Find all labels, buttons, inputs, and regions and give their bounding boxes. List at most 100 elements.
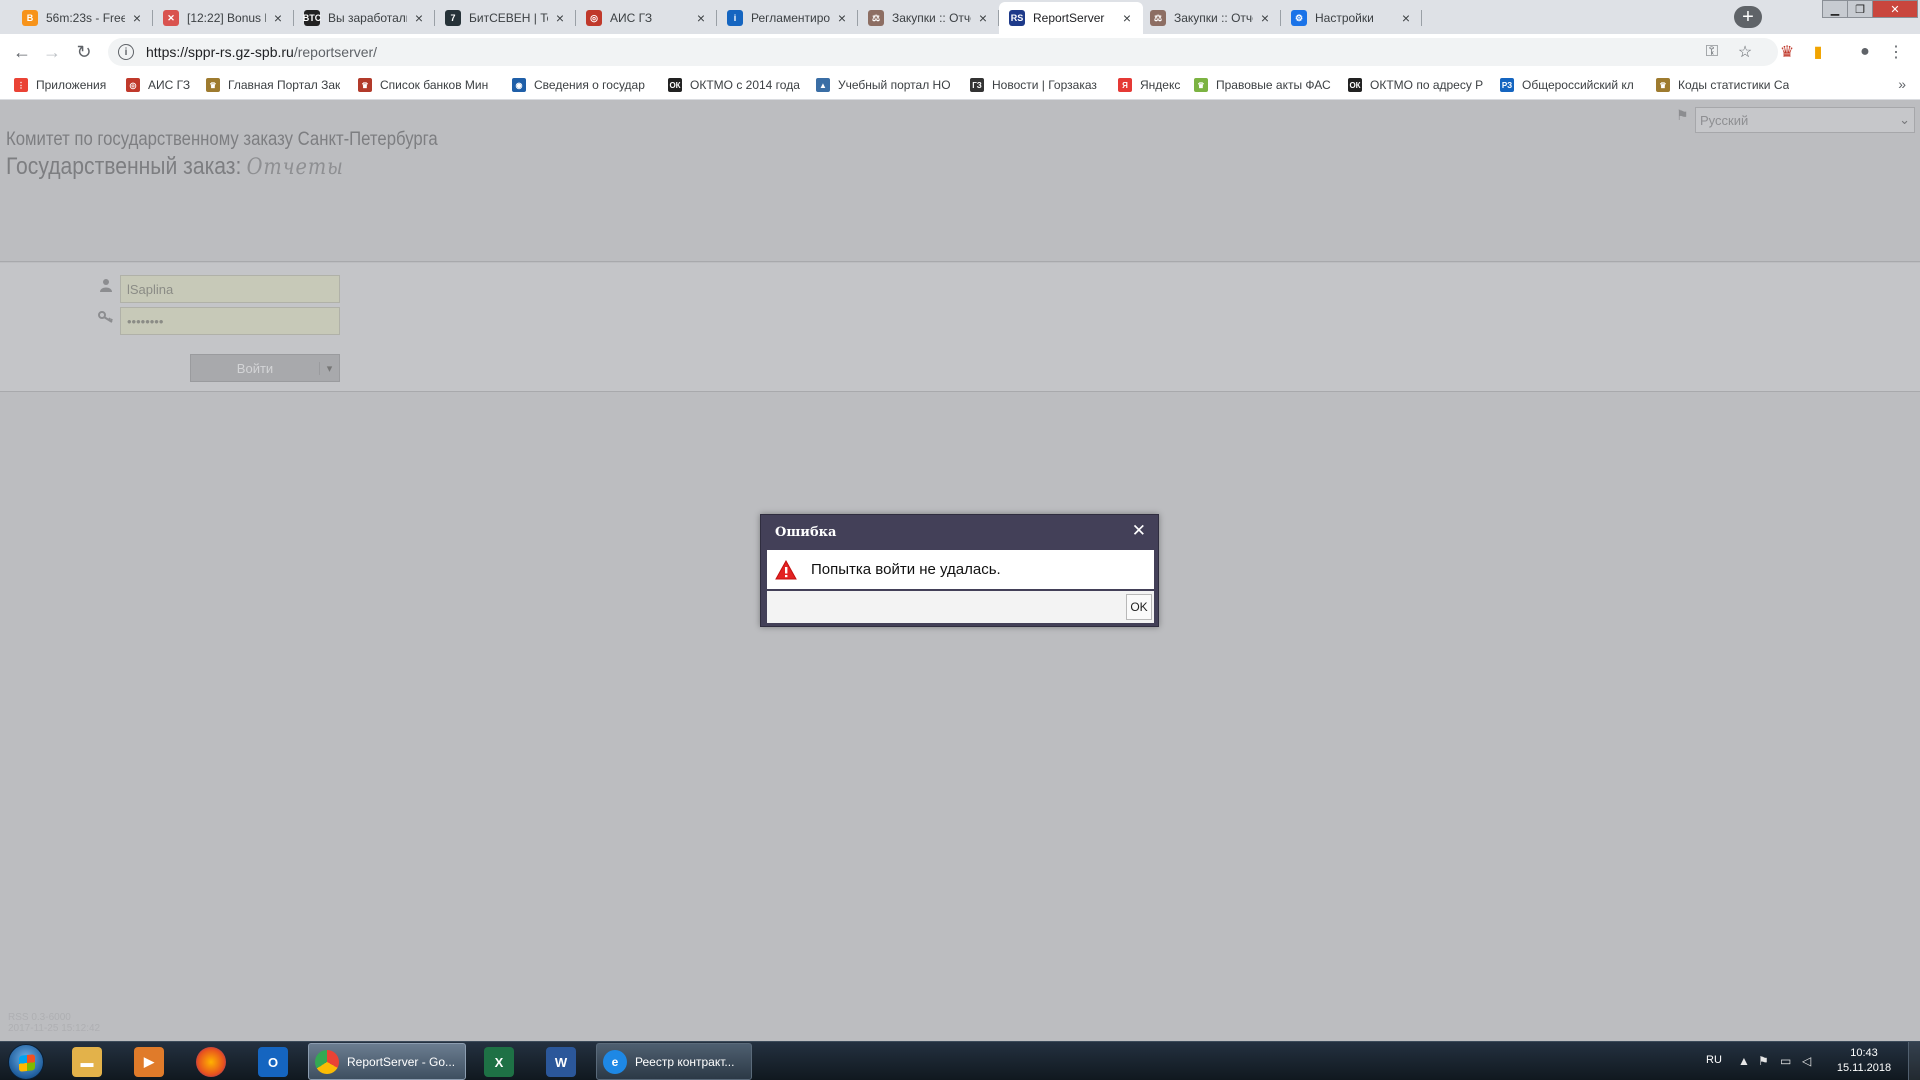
clock[interactable]: 10:43 15.11.2018 bbox=[1834, 1046, 1894, 1076]
bookmark-item[interactable]: РЗ Общероссийский кл bbox=[1500, 77, 1634, 93]
bookmark-label: Общероссийский кл bbox=[1522, 78, 1634, 92]
extension-icon[interactable]: ♛ bbox=[1775, 40, 1799, 64]
tab-close-icon[interactable]: × bbox=[693, 10, 709, 26]
bookmark-label: Коды статистики Са bbox=[1678, 78, 1790, 92]
bookmark-item[interactable]: ◎ АИС ГЗ bbox=[126, 77, 190, 93]
input-language[interactable]: RU bbox=[1706, 1054, 1722, 1066]
browser-tab[interactable]: ⚙ Настройки × bbox=[1281, 2, 1422, 34]
bookmark-item[interactable]: Я Яндекс bbox=[1118, 77, 1180, 93]
browser-tab[interactable]: RS ReportServer × bbox=[999, 2, 1143, 34]
app-name: Государственный заказ: Отчеты bbox=[6, 153, 344, 180]
outlook-icon[interactable]: O bbox=[258, 1047, 288, 1077]
tab-close-icon[interactable]: × bbox=[129, 10, 145, 26]
chevron-down-icon[interactable]: ▾ bbox=[319, 361, 339, 375]
tab-close-icon[interactable]: × bbox=[552, 10, 568, 26]
tab-close-icon[interactable]: × bbox=[834, 10, 850, 26]
chevron-down-icon: ⌄ bbox=[1899, 112, 1910, 127]
bookmark-favicon-icon: ▲ bbox=[816, 78, 830, 92]
profile-icon[interactable]: ● bbox=[1853, 40, 1877, 64]
browser-tab[interactable]: 7 БитСЕВЕН | Торговл × bbox=[435, 2, 576, 34]
browser-tab[interactable]: ⚖ Закупки :: Отчёты × bbox=[1140, 2, 1281, 34]
show-desktop-button[interactable] bbox=[1908, 1042, 1920, 1080]
tab-close-icon[interactable]: × bbox=[411, 10, 427, 26]
bookmark-item[interactable]: ОК ОКТМО по адресу Р bbox=[1348, 77, 1483, 93]
dialog-footer: OK bbox=[767, 591, 1154, 623]
bookmark-label: Новости | Горзаказ bbox=[992, 78, 1097, 92]
tab-close-icon[interactable]: × bbox=[975, 10, 991, 26]
folder-icon[interactable]: ▬ bbox=[72, 1047, 102, 1077]
tab-close-icon[interactable]: × bbox=[1398, 10, 1414, 26]
browser-tab[interactable]: ◎ АИС ГЗ × bbox=[576, 2, 717, 34]
bookmark-favicon-icon: ♛ bbox=[358, 78, 372, 92]
bookmark-favicon-icon: ОК bbox=[668, 78, 682, 92]
volume-icon[interactable]: ◁ bbox=[1802, 1054, 1811, 1068]
key-icon[interactable]: ⚿ bbox=[1700, 40, 1724, 64]
reload-icon[interactable]: ↻ bbox=[72, 40, 96, 64]
close-icon[interactable]: ✕ bbox=[1132, 521, 1146, 541]
tab-close-icon[interactable]: × bbox=[1257, 10, 1273, 26]
tab-close-icon[interactable]: × bbox=[1119, 10, 1135, 26]
back-arrow-icon[interactable]: ← bbox=[10, 40, 34, 64]
minimize-button[interactable]: ▁ bbox=[1822, 0, 1848, 18]
window-close-button[interactable]: ✕ bbox=[1872, 0, 1918, 18]
password-input[interactable]: •••••••• bbox=[120, 307, 340, 335]
bookmark-favicon-icon: ОК bbox=[1348, 78, 1362, 92]
browser-tab[interactable]: i Регламентированн × bbox=[717, 2, 858, 34]
action-center-icon[interactable]: ⚑ bbox=[1758, 1054, 1769, 1068]
tab-title: БитСЕВЕН | Торговл bbox=[469, 11, 548, 25]
maximize-button[interactable]: ❐ bbox=[1847, 0, 1873, 18]
browser-tab[interactable]: ✕ [12:22] Bonus Bitcoin × bbox=[153, 2, 294, 34]
bookmark-item[interactable]: ▲ Учебный портал НО bbox=[816, 77, 951, 93]
dialog-body: Попытка войти не удалась. bbox=[767, 550, 1154, 589]
dialog-title: Ошибка bbox=[775, 525, 837, 540]
bookmark-item[interactable]: ГЗ Новости | Горзаказ bbox=[970, 77, 1097, 93]
taskbar-task-ie[interactable]: e Реестр контракт... bbox=[596, 1043, 752, 1080]
org-name: Комитет по государственному заказу Санкт… bbox=[6, 129, 438, 150]
bookmark-item[interactable]: ОК ОКТМО с 2014 года bbox=[668, 77, 800, 93]
media-player-icon[interactable]: ▶ bbox=[134, 1047, 164, 1077]
menu-dots-icon[interactable]: ⋮ bbox=[1884, 40, 1908, 64]
bookmark-item[interactable]: ♛ Главная Портал Зак bbox=[206, 77, 340, 93]
bookmark-star-icon[interactable]: ☆ bbox=[1733, 40, 1757, 64]
username-input[interactable]: lSaplina bbox=[120, 275, 340, 303]
extension-flag-icon[interactable]: ▮ bbox=[1806, 40, 1830, 64]
bookmark-favicon-icon: ГЗ bbox=[970, 78, 984, 92]
bookmark-item[interactable]: ⋮ Приложения bbox=[14, 77, 106, 93]
network-icon[interactable]: ▭ bbox=[1780, 1054, 1791, 1068]
excel-icon[interactable]: X bbox=[484, 1047, 514, 1077]
forward-arrow-icon[interactable]: → bbox=[40, 40, 64, 64]
browser-tab[interactable]: B 56m:23s - FreeBitco × bbox=[12, 2, 153, 34]
new-tab-button[interactable]: + bbox=[1734, 6, 1762, 28]
tab-favicon-icon: ◎ bbox=[586, 10, 602, 26]
bookmark-item[interactable]: ♛ Коды статистики Са bbox=[1656, 77, 1789, 93]
login-button[interactable]: Войти ▾ bbox=[190, 354, 340, 382]
tab-title: [12:22] Bonus Bitcoin bbox=[187, 11, 266, 25]
app-subtitle: Отчеты bbox=[246, 155, 344, 180]
bookmark-favicon-icon: РЗ bbox=[1500, 78, 1514, 92]
site-info-icon[interactable]: i bbox=[118, 44, 134, 60]
bookmarks-bar: ⋮ Приложения ◎ АИС ГЗ ♛ Главная Портал Зак ♛ Сп… bbox=[0, 70, 1920, 100]
taskbar-task-chrome[interactable]: ReportServer - Go... bbox=[308, 1043, 466, 1080]
bookmarks-overflow-icon[interactable]: » bbox=[1898, 76, 1906, 92]
browser-tab[interactable]: ⚖ Закупки :: Отчёты × bbox=[858, 2, 999, 34]
firefox-icon[interactable] bbox=[196, 1047, 226, 1077]
start-button[interactable] bbox=[8, 1044, 44, 1080]
bookmark-item[interactable]: ◉ Сведения о государ bbox=[512, 77, 645, 93]
browser-tab[interactable]: BTC Вы заработали 8.4 × bbox=[294, 2, 435, 34]
bookmark-label: Учебный портал НО bbox=[838, 78, 951, 92]
ok-button[interactable]: OK bbox=[1126, 594, 1152, 620]
browser-toolbar: ← → ↻ i https://sppr-rs.gz-spb.ru/report… bbox=[0, 34, 1920, 70]
tab-favicon-icon: ✕ bbox=[163, 10, 179, 26]
bookmark-favicon-icon: ◎ bbox=[126, 78, 140, 92]
bookmark-label: Сведения о государ bbox=[534, 78, 645, 92]
bookmark-item[interactable]: ♛ Список банков Мин bbox=[358, 77, 488, 93]
tab-close-icon[interactable]: × bbox=[270, 10, 286, 26]
tray-expand-icon[interactable]: ▲ bbox=[1738, 1054, 1750, 1068]
bookmark-favicon-icon: ♛ bbox=[1656, 78, 1670, 92]
word-icon[interactable]: W bbox=[546, 1047, 576, 1077]
bookmark-item[interactable]: ♛ Правовые акты ФАС bbox=[1194, 77, 1331, 93]
address-bar[interactable]: i https://sppr-rs.gz-spb.ru/reportserver… bbox=[108, 38, 1778, 66]
language-select[interactable]: Русский ⌄ bbox=[1695, 107, 1915, 133]
tab-title: Закупки :: Отчёты bbox=[892, 11, 971, 25]
ie-icon: e bbox=[603, 1049, 627, 1074]
